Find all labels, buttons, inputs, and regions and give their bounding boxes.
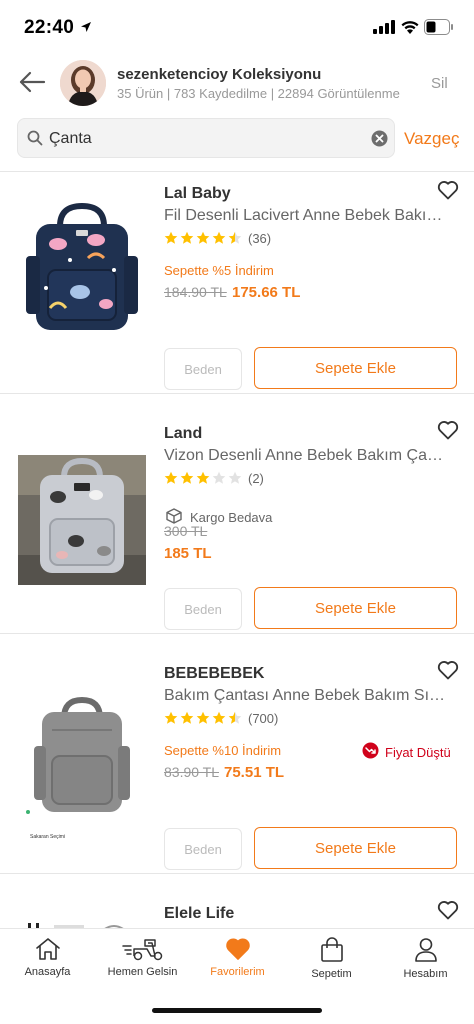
nav-item-quick-delivery[interactable]: Hemen Gelsin — [95, 937, 190, 978]
nav-label: Anasayfa — [24, 966, 71, 978]
nav-label: Hesabım — [403, 968, 448, 980]
promo-label: Sepette %10 İndirim — [164, 743, 282, 758]
product-brand: Elele Life — [164, 905, 235, 922]
price-drop-badge: Fiyat Düştü — [362, 742, 451, 762]
search-icon — [27, 130, 43, 151]
collection-title: sezenketencioy Koleksiyonu — [117, 66, 322, 83]
product-brand: Lal Baby — [164, 185, 231, 202]
heart-icon[interactable] — [437, 900, 459, 925]
home-indicator — [152, 1008, 322, 1013]
add-to-cart-button[interactable]: Sepete Ekle — [254, 587, 457, 629]
new-price: 185 TL — [164, 545, 212, 562]
collection-stats: 35 Ürün | 783 Kaydedilme | 22894 Görüntü… — [117, 86, 400, 101]
star-icon — [180, 231, 194, 244]
product-card[interactable]: Sakaran Seçimi BEBEBEBEK Bakım Çantası A… — [0, 652, 474, 892]
delete-button[interactable]: Sil — [431, 75, 448, 92]
product-image[interactable] — [18, 918, 146, 928]
rating-stars: (36) — [164, 230, 271, 246]
avatar[interactable] — [60, 60, 106, 106]
search-input[interactable]: Çanta — [17, 118, 395, 158]
cart-icon — [284, 937, 379, 963]
product-brand: BEBEBEBEK — [164, 665, 265, 682]
nav-label: Favorilerim — [210, 966, 265, 978]
wifi-icon — [400, 19, 420, 39]
cancel-button[interactable]: Vazgeç — [404, 129, 459, 149]
old-price: 300 TL — [164, 523, 208, 539]
add-to-cart-button[interactable]: Sepete Ekle — [254, 827, 457, 869]
home-icon — [0, 937, 95, 961]
product-image[interactable] — [18, 694, 146, 830]
nav-item-account[interactable]: Hesabım — [378, 937, 473, 980]
star-icon — [228, 231, 242, 244]
rating-stars: (2) — [164, 470, 264, 486]
star-icon — [228, 711, 242, 724]
heart-icon[interactable] — [437, 660, 459, 685]
rating-count: (700) — [248, 710, 279, 726]
location-arrow-icon — [80, 20, 92, 38]
star-icon — [180, 711, 194, 724]
signal-icon — [373, 20, 395, 39]
product-card[interactable]: Lal Baby Fil Desenli Lacivert Anne Bebek… — [0, 172, 474, 412]
divider — [0, 633, 474, 634]
nav-label: Sepetim — [311, 968, 352, 980]
battery-icon — [424, 19, 454, 40]
price-drop-text: Fiyat Düştü — [385, 744, 451, 760]
product-card[interactable]: Elele Life — [0, 892, 474, 928]
back-button[interactable] — [18, 70, 50, 98]
product-name[interactable]: Vizon Desenli Anne Bebek Bakım Çantası — [164, 447, 450, 465]
size-button[interactable]: Beden — [164, 828, 242, 870]
old-price: 83.90 TL — [164, 764, 220, 780]
star-icon — [196, 231, 210, 244]
divider — [0, 393, 474, 394]
size-button[interactable]: Beden — [164, 348, 242, 390]
star-icon — [164, 231, 178, 244]
product-card[interactable]: Land Vizon Desenli Anne Bebek Bakım Çant… — [0, 412, 474, 652]
new-price: 175.66 TL — [232, 284, 301, 301]
product-name[interactable]: Bakım Çantası Anne Bebek Bakım Sırt Çant… — [164, 687, 450, 705]
star-icon — [212, 711, 226, 724]
product-name[interactable]: Fil Desenli Lacivert Anne Bebek Bakım Ça… — [164, 207, 450, 225]
nav-item-favorites[interactable]: Favorilerim — [190, 937, 285, 978]
star-icon — [164, 471, 178, 484]
new-price: 75.51 TL — [224, 764, 285, 781]
clear-icon[interactable] — [371, 130, 388, 152]
rating-count: (36) — [248, 230, 272, 246]
promo-label: Sepette %5 İndirim — [164, 263, 274, 278]
heart-icon — [190, 937, 285, 961]
image-caption: Sakaran Seçimi — [30, 834, 66, 840]
scooter-icon — [95, 937, 190, 961]
star-icon — [212, 471, 226, 484]
rating-stars: (700) — [164, 710, 278, 726]
star-icon — [164, 711, 178, 724]
divider — [0, 873, 474, 874]
add-to-cart-button[interactable]: Sepete Ekle — [254, 347, 457, 389]
price-drop-icon — [362, 742, 385, 762]
size-button[interactable]: Beden — [164, 588, 242, 630]
old-price: 184.90 TL — [164, 284, 227, 300]
nav-item-home[interactable]: Anasayfa — [0, 937, 95, 978]
status-bar: 22:40 — [0, 0, 474, 54]
collection-screen: 22:40 sezenketencioy Koleksiyonu 35 Ürün… — [0, 0, 474, 1024]
star-icon — [228, 471, 242, 484]
star-icon — [180, 471, 194, 484]
rating-count: (2) — [248, 470, 264, 486]
status-time: 22:40 — [24, 17, 75, 38]
product-brand: Land — [164, 425, 203, 442]
heart-icon[interactable] — [437, 180, 459, 205]
product-image[interactable] — [18, 200, 146, 336]
collection-header: sezenketencioy Koleksiyonu 35 Ürün | 783… — [0, 54, 474, 114]
star-icon — [212, 231, 226, 244]
nav-item-cart[interactable]: Sepetim — [284, 937, 379, 980]
star-icon — [196, 711, 210, 724]
search-value: Çanta — [49, 130, 92, 147]
nav-label: Hemen Gelsin — [107, 966, 178, 978]
star-icon — [196, 471, 210, 484]
heart-icon[interactable] — [437, 420, 459, 445]
product-image[interactable] — [18, 455, 146, 591]
user-icon — [378, 937, 473, 963]
